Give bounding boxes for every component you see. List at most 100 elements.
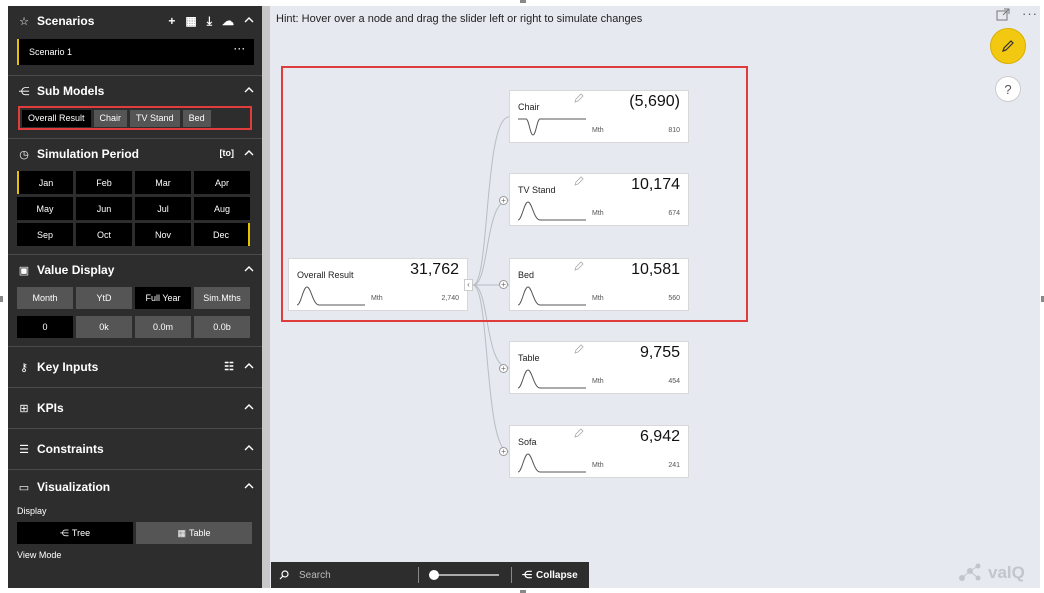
scenario-selector[interactable]: Scenario 1 ··· <box>17 39 254 65</box>
add-scenario-icon[interactable]: + <box>168 14 175 29</box>
pencil-icon[interactable] <box>574 261 584 271</box>
tree-view-button[interactable]: ⋲ Tree <box>17 522 133 544</box>
key-icon: ⚷ <box>19 361 29 374</box>
month-nov[interactable]: Nov <box>135 223 191 246</box>
mode-month[interactable]: Month <box>17 287 73 309</box>
expand-plus-icon[interactable]: + <box>499 364 508 373</box>
chevron-up-icon[interactable] <box>244 361 254 371</box>
node-chair[interactable]: Chair (5,690) Mth 810 <box>509 90 689 143</box>
month-feb[interactable]: Feb <box>76 171 132 194</box>
submodel-tab-bed[interactable]: Bed <box>182 109 211 127</box>
chevron-up-icon[interactable] <box>244 402 254 412</box>
chevron-up-icon[interactable] <box>244 443 254 453</box>
pencil-icon[interactable] <box>574 428 584 438</box>
month-aug[interactable]: Aug <box>194 197 250 220</box>
edit-button[interactable] <box>990 28 1026 64</box>
constraints-header[interactable]: ☰ Constraints <box>8 429 262 469</box>
chevron-up-icon[interactable] <box>244 481 254 491</box>
display-label: Display <box>17 506 47 516</box>
focus-mode-icon[interactable] <box>996 8 1010 22</box>
frame-handle-top[interactable] <box>520 0 526 3</box>
expand-plus-icon[interactable]: + <box>499 196 508 205</box>
scale-millions[interactable]: 0.0m <box>135 316 191 338</box>
node-name: TV Stand <box>518 185 556 195</box>
visualization-title: Visualization <box>37 480 111 494</box>
pencil-icon[interactable] <box>574 93 584 103</box>
zoom-slider[interactable] <box>429 567 499 583</box>
month-jun[interactable]: Jun <box>76 197 132 220</box>
submodel-tab-overall[interactable]: Overall Result <box>22 109 91 127</box>
slider-knob[interactable] <box>429 570 439 580</box>
help-button[interactable]: ? <box>995 76 1021 102</box>
more-options-icon[interactable]: ··· <box>1022 6 1038 21</box>
sparkline <box>517 201 586 221</box>
collapse-button[interactable]: ⋲ Collapse <box>511 567 578 583</box>
mode-full-year[interactable]: Full Year <box>135 287 191 309</box>
month-mar[interactable]: Mar <box>135 171 191 194</box>
more-icon[interactable]: ··· <box>234 44 246 54</box>
node-unit: Mth <box>592 210 604 217</box>
kpis-header[interactable]: ⊞ KPIs <box>8 388 262 428</box>
compare-icon[interactable]: ▦ <box>185 14 196 29</box>
node-unit: Mth <box>592 127 604 134</box>
node-table[interactable]: Table 9,755 Mth 454 <box>509 341 689 394</box>
node-sofa[interactable]: Sofa 6,942 Mth 241 <box>509 425 689 478</box>
clock-icon: ◷ <box>19 148 29 161</box>
node-overall-result[interactable]: Overall Result 31,762 Mth 2,740 <box>288 258 468 311</box>
scale-thousands[interactable]: 0k <box>76 316 132 338</box>
search-box[interactable]: Search <box>271 567 419 583</box>
node-tv-stand[interactable]: TV Stand 10,174 Mth 674 <box>509 173 689 226</box>
simulation-header[interactable]: ◷ Simulation Period [to] <box>8 139 262 169</box>
scale-billions[interactable]: 0.0b <box>194 316 250 338</box>
tree-icon: ⋲ <box>59 527 69 538</box>
sidebar-scrollbar[interactable] <box>262 6 270 588</box>
node-unit: Mth <box>371 295 383 302</box>
node-name: Chair <box>518 102 540 112</box>
submodel-tab-chair[interactable]: Chair <box>93 109 128 127</box>
to-toggle[interactable]: [to] <box>220 148 235 158</box>
mode-sim-mths[interactable]: Sim.Mths <box>194 287 250 309</box>
pencil-icon[interactable] <box>574 176 584 186</box>
month-dec[interactable]: Dec <box>194 223 250 246</box>
chevron-up-icon[interactable] <box>244 85 254 95</box>
node-bed[interactable]: Bed 10,581 Mth 560 <box>509 258 689 311</box>
mode-ytd[interactable]: YtD <box>76 287 132 309</box>
month-apr[interactable]: Apr <box>194 171 250 194</box>
chevron-up-icon[interactable] <box>244 148 254 158</box>
month-oct[interactable]: Oct <box>76 223 132 246</box>
edit-list-icon[interactable]: ☷ <box>224 360 234 373</box>
cloud-icon[interactable]: ☁ <box>222 14 234 29</box>
sparkline <box>517 286 586 306</box>
submodels-header[interactable]: ⋲ Sub Models <box>8 76 262 106</box>
sliders-icon: ☰ <box>19 443 29 456</box>
pencil-icon[interactable] <box>574 344 584 354</box>
scenarios-header[interactable]: ☆ Scenarios + ▦ ⤓ ☁ <box>8 6 262 36</box>
constraints-title: Constraints <box>37 442 104 456</box>
pencil-icon <box>1002 40 1014 52</box>
month-grid: Jan Feb Mar Apr May Jun Jul Aug Sep Oct … <box>17 171 252 246</box>
download-icon[interactable]: ⤓ <box>207 14 212 29</box>
month-jan[interactable]: Jan <box>17 171 73 194</box>
chevron-up-icon[interactable] <box>244 264 254 274</box>
table-view-button[interactable]: ▦ Table <box>136 522 252 544</box>
hierarchy-icon: ⋲ <box>522 569 532 581</box>
frame-handle-left[interactable] <box>0 296 3 302</box>
monitor-icon: ▭ <box>18 481 30 494</box>
month-jul[interactable]: Jul <box>135 197 191 220</box>
node-name: Table <box>518 353 540 363</box>
month-sep[interactable]: Sep <box>17 223 73 246</box>
collapse-arrow-icon[interactable]: ‹ <box>464 279 473 291</box>
node-name: Overall Result <box>297 270 354 280</box>
simulation-title: Simulation Period <box>37 147 140 161</box>
scale-units[interactable]: 0 <box>17 316 73 338</box>
expand-plus-icon[interactable]: + <box>499 280 508 289</box>
expand-plus-icon[interactable]: + <box>499 447 508 456</box>
view-mode-label: View Mode <box>17 550 62 560</box>
key-inputs-header[interactable]: ⚷ Key Inputs ☷ <box>8 347 262 387</box>
submodel-tab-tv-stand[interactable]: TV Stand <box>130 109 180 127</box>
value-display-header[interactable]: ▣ Value Display <box>8 255 262 285</box>
visualization-header[interactable]: ▭ Visualization <box>8 470 262 504</box>
chevron-up-icon[interactable] <box>244 15 254 25</box>
month-may[interactable]: May <box>17 197 73 220</box>
key-inputs-title: Key Inputs <box>37 360 99 374</box>
